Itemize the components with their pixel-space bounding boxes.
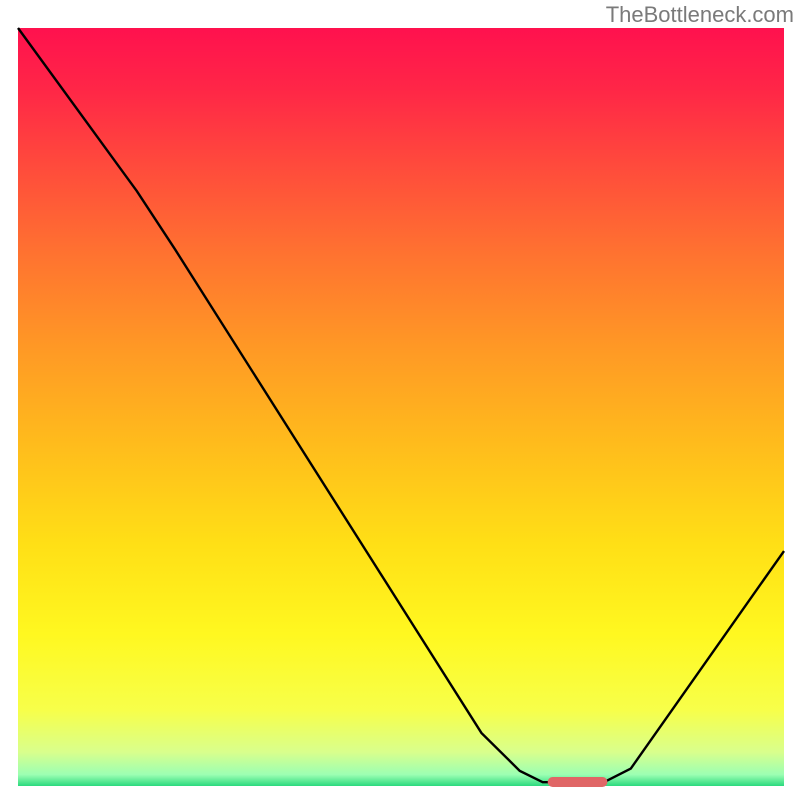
bottleneck-chart xyxy=(0,0,800,800)
chart-container: { "watermark": "TheBottleneck.com", "cha… xyxy=(0,0,800,800)
watermark-text: TheBottleneck.com xyxy=(606,2,794,28)
